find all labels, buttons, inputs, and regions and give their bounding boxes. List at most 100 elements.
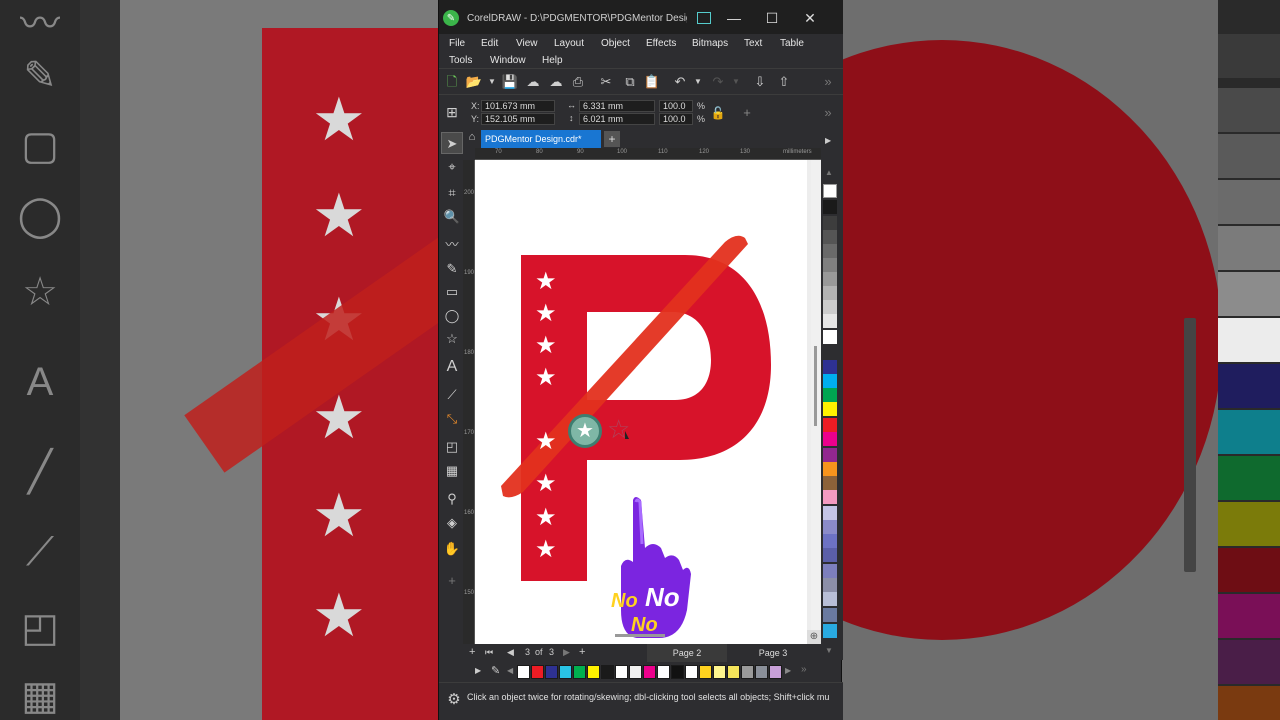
new-tab-button[interactable]: +: [604, 131, 620, 147]
menu-edit[interactable]: Edit: [481, 38, 498, 49]
menu-object[interactable]: Object: [601, 38, 630, 49]
cut-icon[interactable]: ✂: [597, 73, 615, 91]
document-swatch[interactable]: [573, 665, 586, 679]
open-folder-icon[interactable]: 📂: [465, 73, 483, 91]
cloud-download-icon[interactable]: ☁: [547, 73, 565, 91]
palette-swatch[interactable]: [823, 388, 837, 402]
smart-fill-icon[interactable]: ✋: [441, 538, 463, 560]
open-dropdown-icon[interactable]: ▼: [483, 73, 501, 91]
transparency-icon[interactable]: ▦: [441, 460, 463, 482]
print-icon[interactable]: ⎙: [569, 73, 587, 91]
palette-swatch[interactable]: [823, 534, 837, 548]
menu-tools[interactable]: Tools: [449, 55, 472, 66]
document-swatch[interactable]: [685, 665, 698, 679]
cloud-upload-icon[interactable]: ☁: [524, 73, 542, 91]
lock-ratio-icon[interactable]: 🔓: [709, 104, 727, 122]
interactive-fill-icon[interactable]: ◈: [441, 512, 463, 534]
document-tab[interactable]: PDGMentor Design.cdr*: [481, 130, 601, 148]
undo-dropdown-icon[interactable]: ▼: [689, 73, 707, 91]
palette-swatch[interactable]: [823, 506, 837, 520]
menu-help[interactable]: Help: [542, 55, 563, 66]
vertical-scroll-thumb[interactable]: [814, 346, 817, 426]
palette-swatch[interactable]: [823, 548, 837, 562]
document-swatch[interactable]: [713, 665, 726, 679]
zoom-tool-icon[interactable]: 🔍: [441, 206, 463, 228]
polygon-tool-icon[interactable]: ☆: [441, 328, 463, 350]
page-tab-3[interactable]: Page 3: [733, 644, 813, 662]
redo-dropdown-icon[interactable]: ▼: [727, 73, 745, 91]
horizontal-ruler[interactable]: 70 80 90 100 110 120 130 millimeters: [475, 148, 821, 160]
palette-swatch[interactable]: [823, 360, 837, 374]
menu-window[interactable]: Window: [490, 55, 526, 66]
document-swatch[interactable]: [531, 665, 544, 679]
scale-x-field[interactable]: 100.0: [659, 100, 693, 112]
object-origin-icon[interactable]: ⊞: [443, 103, 461, 121]
palette-swatch[interactable]: [823, 432, 837, 446]
add-preset-icon[interactable]: +: [738, 104, 756, 122]
document-swatch[interactable]: [755, 665, 768, 679]
artistic-media-icon[interactable]: ✎: [441, 258, 463, 280]
palette-scroll-right-icon[interactable]: ▶: [825, 136, 831, 145]
eyedropper-icon[interactable]: ⚲: [441, 488, 463, 510]
palette-swatch[interactable]: [823, 244, 837, 258]
palette-swatch[interactable]: [823, 592, 837, 606]
menu-layout[interactable]: Layout: [554, 38, 584, 49]
drop-shadow-icon[interactable]: ◰: [441, 436, 463, 458]
palette-swatch[interactable]: [823, 216, 837, 230]
document-swatch[interactable]: [657, 665, 670, 679]
menu-text[interactable]: Text: [744, 38, 762, 49]
palette-scroll-down-icon[interactable]: ▼: [825, 646, 833, 655]
palette-swatch[interactable]: [823, 300, 837, 314]
document-swatch[interactable]: [587, 665, 600, 679]
document-swatch[interactable]: [643, 665, 656, 679]
zoom-corner-icon[interactable]: ⊕: [807, 630, 821, 644]
pick-tool-icon[interactable]: ➤: [441, 132, 463, 154]
add-page-after-icon[interactable]: +: [579, 646, 585, 658]
document-swatch[interactable]: [727, 665, 740, 679]
palette-swatch[interactable]: [823, 564, 837, 578]
document-swatch[interactable]: [671, 665, 684, 679]
first-page-icon[interactable]: ⏮: [485, 647, 493, 658]
propbar-overflow-icon[interactable]: »: [819, 104, 837, 122]
palette-swatch[interactable]: [823, 418, 837, 432]
palette-swatch[interactable]: [823, 462, 837, 476]
close-button[interactable]: ✕: [791, 0, 829, 36]
no-color-swatch[interactable]: [823, 184, 837, 198]
x-position-field[interactable]: 101.673 mm: [481, 100, 555, 112]
palette-swatch[interactable]: [823, 608, 837, 622]
gear-icon[interactable]: ⚙: [445, 691, 463, 709]
palette-swatch[interactable]: [823, 624, 837, 638]
palette-swatch[interactable]: [823, 286, 837, 300]
document-swatch[interactable]: [769, 665, 782, 679]
new-document-icon[interactable]: 🗋: [443, 73, 461, 91]
menu-table[interactable]: Table: [780, 38, 804, 49]
no-fill-swatch[interactable]: [517, 665, 530, 679]
add-page-before-icon[interactable]: +: [469, 646, 475, 658]
drawing-canvas[interactable]: ★ ★ ★ ★ ★ ★ ★ ★ ★ ☆ No No No ⊕: [475, 160, 821, 644]
scale-y-field[interactable]: 100.0: [659, 113, 693, 125]
paste-icon[interactable]: 📋: [643, 73, 661, 91]
add-tool-icon[interactable]: +: [441, 570, 463, 592]
menu-file[interactable]: File: [449, 38, 465, 49]
document-swatch[interactable]: [615, 665, 628, 679]
drawing-page[interactable]: ★ ★ ★ ★ ★ ★ ★ ★ ★ ☆ No No No: [475, 160, 807, 644]
palette-right-icon[interactable]: ▶: [785, 666, 791, 675]
document-swatch[interactable]: [699, 665, 712, 679]
palette-left-icon[interactable]: ◀: [507, 666, 513, 675]
eyedropper-icon[interactable]: ✎: [491, 664, 500, 677]
crop-tool-icon[interactable]: ⌗: [441, 182, 463, 204]
menu-view[interactable]: View: [516, 38, 538, 49]
palette-swatch[interactable]: [823, 476, 837, 490]
next-page-icon[interactable]: ▶: [563, 647, 570, 658]
document-swatch[interactable]: [629, 665, 642, 679]
height-field[interactable]: 6.021 mm: [579, 113, 655, 125]
import-icon[interactable]: ⇩: [751, 73, 769, 91]
palette-expand-icon[interactable]: ▶: [475, 666, 481, 675]
palette-swatch[interactable]: [823, 330, 837, 344]
home-icon[interactable]: ⌂: [463, 131, 481, 147]
menu-effects[interactable]: Effects: [646, 38, 676, 49]
palette-swatch[interactable]: [823, 374, 837, 388]
text-tool-icon[interactable]: A: [441, 356, 463, 378]
copy-icon[interactable]: ⧉: [621, 73, 639, 91]
page-tab-2[interactable]: Page 2: [647, 644, 727, 662]
